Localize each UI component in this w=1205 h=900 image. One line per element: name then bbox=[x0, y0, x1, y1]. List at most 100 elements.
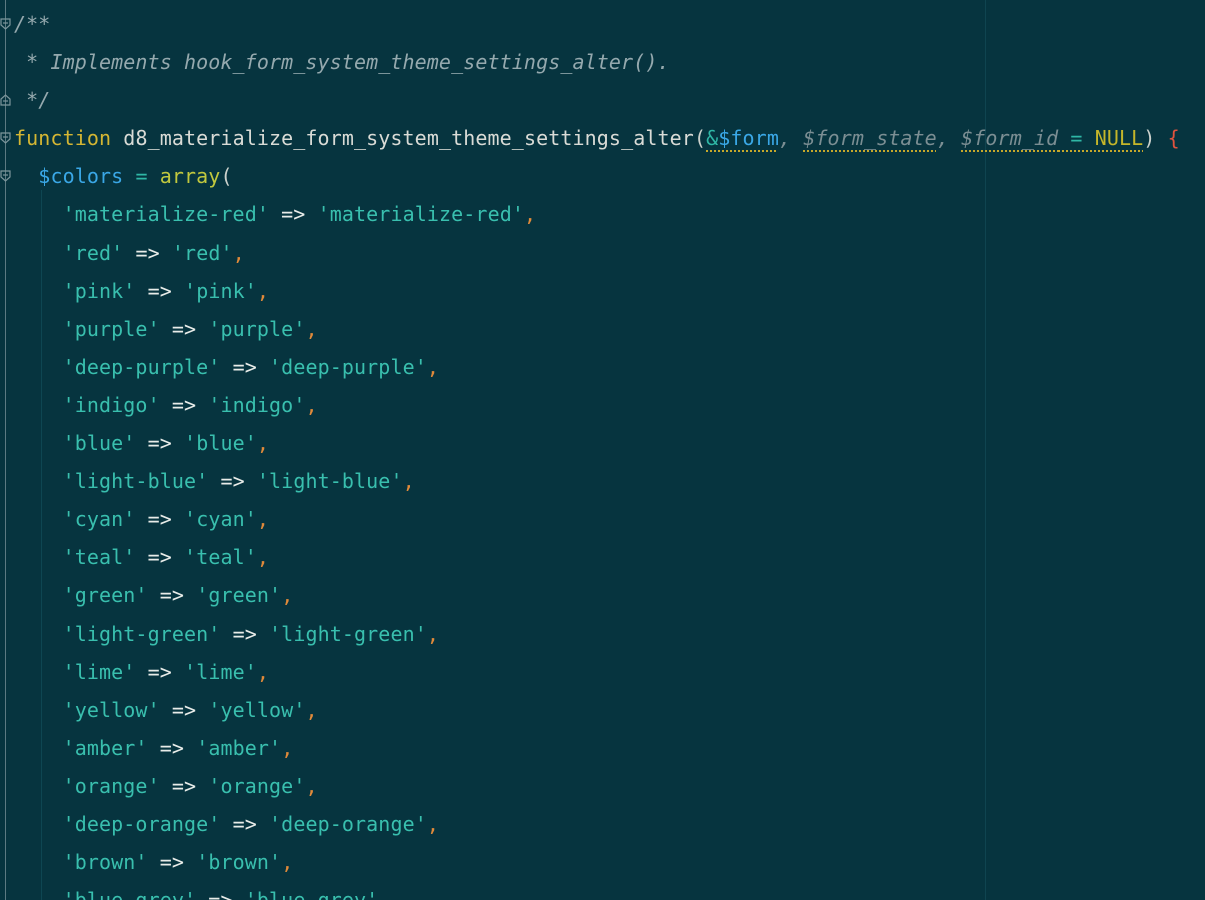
array-value: 'cyan' bbox=[184, 507, 257, 532]
array-key: 'light-green' bbox=[62, 621, 221, 646]
doc-comment-close: */ bbox=[14, 88, 51, 113]
arrow-operator: => bbox=[135, 240, 160, 265]
array-value: 'deep-purple' bbox=[269, 354, 427, 379]
array-entry-line[interactable]: 'blue' => 'blue', bbox=[14, 424, 1205, 462]
comma: , bbox=[426, 811, 440, 836]
array-key: 'light-blue' bbox=[62, 469, 209, 494]
array-value: 'yellow' bbox=[208, 697, 306, 722]
array-entry-line[interactable]: 'blue-grey' => 'blue-grey', bbox=[14, 881, 1205, 900]
warning-squiggle-form: &$form bbox=[706, 126, 779, 150]
code-editor[interactable]: /** * Implements hook_form_system_theme_… bbox=[0, 0, 1205, 900]
array-entry-line[interactable]: 'light-green' => 'light-green', bbox=[14, 615, 1205, 653]
comma: , bbox=[281, 735, 294, 760]
array-value: 'blue' bbox=[184, 431, 257, 456]
fold-end-icon[interactable] bbox=[0, 94, 11, 106]
param-form: $form bbox=[718, 126, 779, 151]
comma: , bbox=[426, 354, 440, 379]
array-open-paren: ( bbox=[220, 164, 233, 189]
array-value: 'deep-orange' bbox=[269, 811, 427, 836]
comma: , bbox=[402, 469, 415, 494]
array-entry-line[interactable]: 'yellow' => 'yellow', bbox=[14, 691, 1205, 729]
array-key: 'orange' bbox=[62, 773, 160, 798]
code-lines[interactable]: /** * Implements hook_form_system_theme_… bbox=[14, 5, 1205, 900]
comma: , bbox=[524, 202, 537, 227]
array-value: 'indigo' bbox=[208, 392, 306, 417]
arrow-operator: => bbox=[159, 850, 185, 875]
comma: , bbox=[256, 659, 270, 684]
array-key: 'materialize-red' bbox=[62, 202, 269, 227]
colors-declaration-line[interactable]: $colors = array( bbox=[14, 157, 1205, 195]
array-entry-line[interactable]: 'amber' => 'amber', bbox=[14, 729, 1205, 767]
array-value: 'lime' bbox=[184, 659, 257, 684]
array-key: 'amber' bbox=[62, 735, 148, 760]
array-value: 'red' bbox=[171, 240, 233, 265]
comma: , bbox=[256, 507, 270, 532]
function-signature-line[interactable]: function d8_materialize_form_system_them… bbox=[14, 119, 1205, 157]
array-value: 'amber' bbox=[196, 735, 282, 760]
fold-collapse-icon[interactable] bbox=[0, 132, 11, 144]
array-value: 'orange' bbox=[208, 773, 306, 798]
function-keyword: function bbox=[14, 126, 112, 151]
array-key: 'deep-orange' bbox=[62, 811, 221, 836]
arrow-operator: => bbox=[159, 583, 185, 608]
array-entry-line[interactable]: 'red' => 'red', bbox=[14, 234, 1205, 272]
array-value: 'light-green' bbox=[269, 621, 427, 646]
reference-amp: & bbox=[706, 126, 719, 151]
array-function: array bbox=[159, 164, 221, 189]
arrow-operator: => bbox=[171, 392, 197, 417]
array-value: 'pink' bbox=[184, 278, 257, 303]
arrow-operator: => bbox=[147, 545, 172, 570]
arrow-operator: => bbox=[232, 621, 257, 646]
doc-comment-open: /** bbox=[14, 12, 51, 36]
array-entry-line[interactable]: 'deep-orange' => 'deep-orange', bbox=[14, 805, 1205, 843]
array-key: 'blue-grey' bbox=[63, 888, 197, 900]
arrow-operator: => bbox=[171, 773, 197, 798]
comma: , bbox=[305, 697, 318, 722]
comma: , bbox=[426, 621, 440, 646]
array-value: 'light-blue' bbox=[256, 469, 403, 494]
fold-collapse-icon[interactable] bbox=[0, 170, 11, 182]
array-entry-line[interactable]: 'brown' => 'brown', bbox=[14, 843, 1205, 881]
array-key: 'yellow' bbox=[62, 697, 160, 722]
array-entry-line[interactable]: 'pink' => 'pink', bbox=[14, 272, 1205, 310]
param-form-state: $form_state bbox=[803, 126, 937, 151]
array-key: 'green' bbox=[62, 583, 148, 608]
array-entry-line[interactable]: 'materialize-red' => 'materialize-red', bbox=[14, 195, 1205, 233]
array-value: 'green' bbox=[196, 583, 282, 608]
doc-comment-body: * Implements hook_form_system_theme_sett… bbox=[14, 50, 670, 75]
array-entry-line[interactable]: 'purple' => 'purple', bbox=[14, 310, 1205, 348]
comma: , bbox=[256, 545, 270, 570]
array-entry-line[interactable]: 'teal' => 'teal', bbox=[14, 538, 1205, 576]
array-key: 'cyan' bbox=[62, 507, 136, 532]
arrow-operator: => bbox=[147, 507, 172, 532]
function-name: d8_materialize_form_system_theme_setting… bbox=[123, 126, 694, 151]
array-entry-line[interactable]: 'lime' => 'lime', bbox=[14, 653, 1205, 691]
arrow-operator: => bbox=[147, 659, 172, 684]
array-key: 'pink' bbox=[62, 278, 136, 303]
comma: , bbox=[256, 278, 270, 303]
comma: , bbox=[281, 850, 294, 875]
array-entry-line[interactable]: 'cyan' => 'cyan', bbox=[14, 500, 1205, 538]
arrow-operator: => bbox=[171, 697, 197, 722]
array-entry-line[interactable]: 'light-blue' => 'light-blue', bbox=[14, 462, 1205, 500]
arrow-operator: => bbox=[208, 888, 232, 900]
param-separator: , bbox=[936, 126, 962, 151]
array-key: 'lime' bbox=[62, 659, 136, 684]
arrow-operator: => bbox=[147, 431, 172, 456]
array-entry-line[interactable]: 'deep-purple' => 'deep-purple', bbox=[14, 348, 1205, 386]
assign-operator: = bbox=[123, 164, 160, 189]
array-key: 'red' bbox=[62, 240, 124, 265]
comma: , bbox=[305, 392, 318, 417]
array-value: 'teal' bbox=[184, 545, 257, 570]
comma: , bbox=[305, 773, 318, 798]
fold-collapse-icon[interactable] bbox=[0, 18, 11, 30]
array-key: 'blue' bbox=[62, 431, 136, 456]
array-value: 'purple' bbox=[208, 316, 306, 341]
arrow-operator: => bbox=[147, 278, 172, 303]
comma: , bbox=[305, 316, 318, 341]
warning-squiggle-form-id: $form_id = NULL bbox=[961, 126, 1143, 150]
array-entry-line[interactable]: 'orange' => 'orange', bbox=[14, 767, 1205, 805]
array-entry-line[interactable]: 'indigo' => 'indigo', bbox=[14, 386, 1205, 424]
array-entry-line[interactable]: 'green' => 'green', bbox=[14, 576, 1205, 614]
arrow-operator: => bbox=[232, 354, 257, 379]
